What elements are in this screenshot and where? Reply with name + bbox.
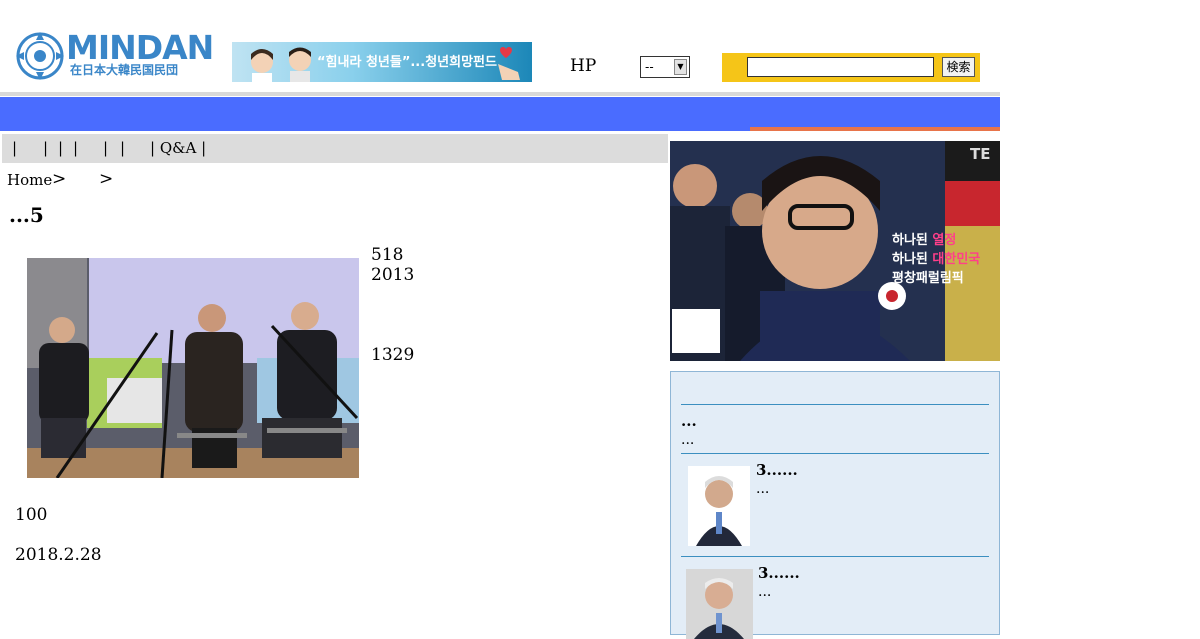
sub-nav-separator: | — [73, 139, 79, 157]
heart-hand-icon — [498, 47, 520, 80]
hero-line2-pink: 대한민국 — [932, 252, 981, 267]
mindan-logo-emblem[interactable] — [14, 30, 66, 82]
hero-line1-pink: 열정 — [932, 233, 957, 248]
hero-line1-white: 하나된 — [892, 233, 933, 248]
breadcrumb-home-link[interactable]: Home — [7, 171, 52, 189]
paralympic-hero-banner[interactable]: 하나된 열정 하나된 대한민국 평창패럴림픽 TE — [670, 141, 1000, 361]
sub-nav-separator: | — [58, 139, 64, 157]
region-select[interactable]: -- ▼ — [640, 56, 690, 78]
sidebar-item-title[interactable]: 3...... — [756, 461, 798, 479]
homepage-label: HP — [570, 56, 597, 76]
sub-nav-separator: | — [12, 139, 18, 157]
sidebar-divider — [681, 556, 989, 557]
main-nav-accent — [750, 127, 1000, 131]
article-title: ...5 — [9, 203, 44, 227]
sub-nav-bar: | | | | | | | Q&A | — [2, 134, 668, 163]
article-photo — [27, 258, 359, 478]
sidebar-item-photo[interactable] — [686, 569, 753, 639]
sidebar-item-photo[interactable] — [688, 466, 750, 546]
region-select-value: -- — [645, 60, 654, 74]
breadcrumb-separator: > — [52, 169, 67, 189]
article-meta-count: 1329 — [371, 345, 415, 365]
breadcrumb: Home > > — [7, 169, 113, 189]
search-bar: 検索 — [722, 53, 980, 82]
sub-nav-item-qa[interactable]: | Q&A | — [150, 139, 206, 157]
sidebar-item-desc: ... — [758, 584, 772, 600]
campaign-banner[interactable]: “힘내라 청년들”...청년희망펀드 — [232, 42, 532, 82]
logo-subtitle: 在日本大韓民国民団 — [70, 63, 179, 77]
search-button[interactable]: 検索 — [942, 57, 975, 77]
hero-line3: 평창패럴림픽 — [892, 271, 964, 286]
sub-nav-separator: | — [103, 139, 109, 157]
sidebar-item-desc: ... — [681, 432, 695, 448]
sidebar-divider — [681, 404, 989, 405]
hero-line2-white: 하나된 — [892, 252, 933, 267]
logo-wordmark[interactable]: MINDAN — [66, 30, 214, 66]
article-paragraph: 100 — [15, 505, 48, 525]
sub-nav-separator: | — [120, 139, 126, 157]
sidebar-divider — [681, 453, 989, 454]
sidebar-item-title[interactable]: ... — [681, 412, 697, 430]
article-meta-number: 518 — [371, 245, 404, 265]
chevron-down-icon: ▼ — [674, 59, 687, 75]
banner-people-illustration — [251, 47, 311, 82]
banner-text: “힘내라 청년들”...청년희망펀드 — [317, 55, 497, 70]
main-nav-bar[interactable] — [0, 97, 1000, 131]
hero-corner-text: TE — [970, 145, 991, 163]
sub-nav-separator: | — [43, 139, 49, 157]
sidebar-item-title[interactable]: 3...... — [758, 564, 800, 582]
header-divider — [0, 92, 1000, 96]
sidebar-news-panel: ... ... 3...... ... 3...... ... — [670, 371, 1000, 639]
article-date: 2018.2.28 — [15, 545, 102, 565]
sidebar-item-desc: ... — [756, 481, 770, 497]
search-input[interactable] — [747, 57, 934, 77]
breadcrumb-separator: > — [99, 169, 114, 189]
article-meta-year: 2013 — [371, 265, 415, 285]
